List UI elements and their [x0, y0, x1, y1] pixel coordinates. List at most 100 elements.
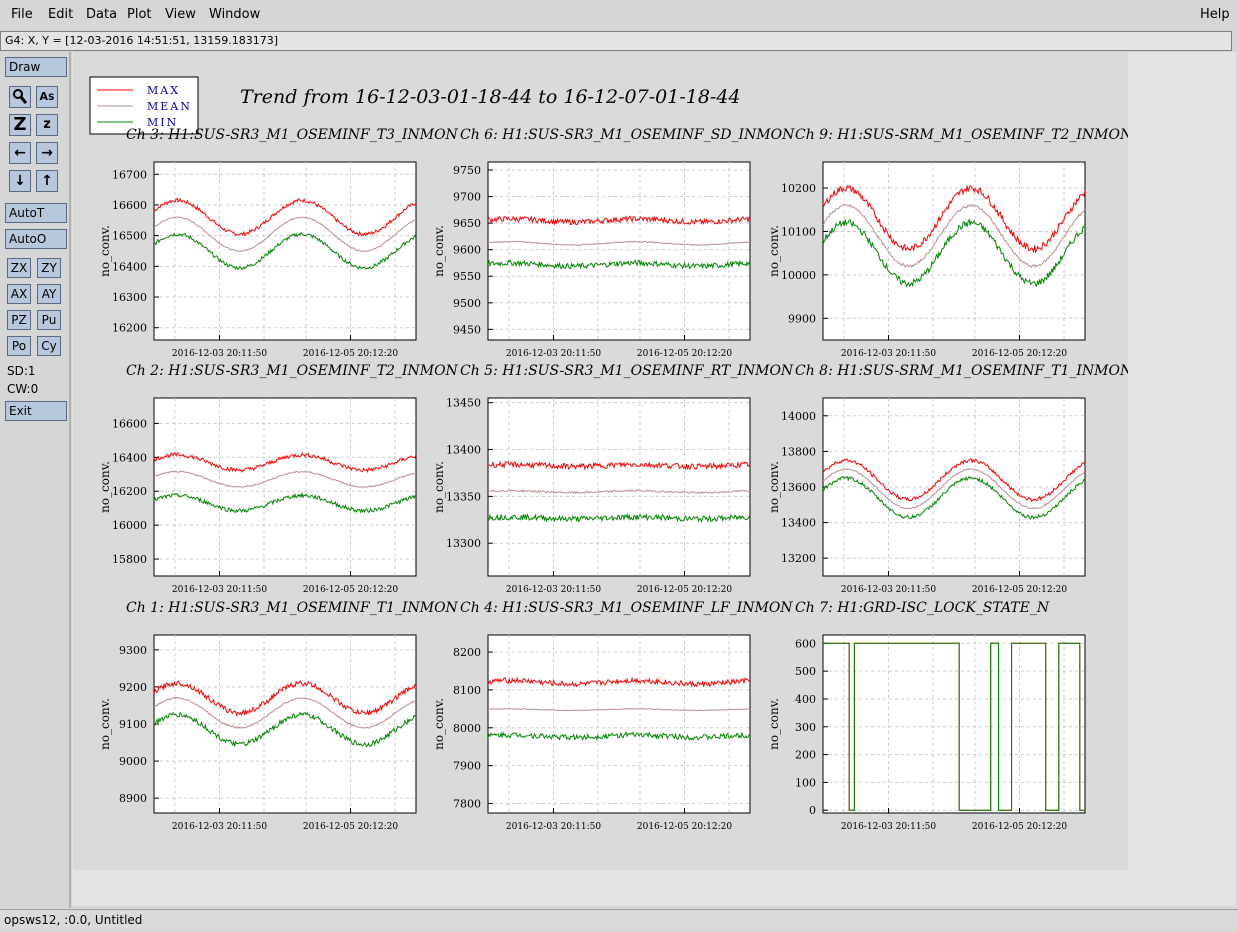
- autot-button[interactable]: AutoT: [5, 203, 67, 223]
- pan-up-icon[interactable]: ↑: [36, 170, 58, 192]
- autoo-button[interactable]: AutoO: [5, 229, 67, 249]
- y-tick-label: 9500: [453, 297, 481, 310]
- pz-button[interactable]: PZ: [7, 310, 31, 330]
- menu-data[interactable]: Data: [86, 7, 117, 22]
- y-tick-label: 9000: [119, 755, 147, 768]
- menu-file[interactable]: File: [11, 7, 33, 22]
- plot-canvas[interactable]: MAX MEAN MIN Trend from 16-12-03-01-18-4…: [73, 52, 1133, 870]
- ay-button[interactable]: AY: [37, 284, 61, 304]
- y-tick-label: 13600: [781, 481, 816, 494]
- y-tick-label: 14000: [781, 410, 816, 423]
- chart-plot-area: [153, 397, 417, 577]
- y-tick-label: 9450: [453, 323, 481, 336]
- x-tick-label: 2016-12-03 20:11:50: [172, 585, 267, 595]
- y-tick-label: 8200: [453, 646, 481, 659]
- pan-left-icon[interactable]: ←: [9, 142, 31, 164]
- chart-title: Ch 7: H1:GRD-ISC_LOCK_STATE_N: [795, 600, 1050, 616]
- y-tick-label: 16500: [112, 230, 147, 243]
- y-tick-label: 16400: [112, 451, 147, 464]
- legend-max-label: MAX: [147, 84, 180, 97]
- y-tick-label: 10100: [781, 225, 816, 238]
- menu-bar: File Edit Data Plot View Window Help: [0, 0, 1238, 30]
- y-tick-label: 16200: [112, 322, 147, 335]
- x-tick-label: 2016-12-03 20:11:50: [841, 585, 936, 595]
- chart-9: Ch 7: H1:GRD-ISC_LOCK_STATE_N 0 100 200 300 4…: [767, 600, 1086, 832]
- zy-button[interactable]: ZY: [37, 258, 61, 278]
- ax-button[interactable]: AX: [7, 284, 31, 304]
- zoom-in-icon[interactable]: Z: [9, 114, 31, 136]
- x-tick-label: 2016-12-05 20:12:20: [303, 822, 398, 832]
- pan-right-icon[interactable]: →: [36, 142, 58, 164]
- y-tick-label: 13800: [781, 445, 816, 458]
- chart-title: Ch 9: H1:SUS-SRM_M1_OSEMINF_T2_INMON: [795, 127, 1128, 143]
- chart-plot-area: [487, 397, 751, 577]
- y-axis-label: no_conv.: [767, 698, 781, 750]
- x-tick-label: 2016-12-03 20:11:50: [172, 822, 267, 832]
- exit-button[interactable]: Exit: [5, 401, 67, 421]
- y-tick-label: 9750: [453, 164, 481, 177]
- y-tick-label: 8100: [453, 684, 481, 697]
- y-axis-label: no_conv.: [98, 461, 112, 513]
- chart-title: Ch 1: H1:SUS-SR3_M1_OSEMINF_T1_INMON: [126, 600, 459, 616]
- menu-view[interactable]: View: [165, 7, 196, 22]
- y-tick-label: 9600: [453, 244, 481, 257]
- y-tick-label: 13300: [446, 537, 481, 550]
- y-tick-label: 9100: [119, 718, 147, 731]
- y-tick-label: 9900: [788, 312, 816, 325]
- menu-help[interactable]: Help: [1200, 7, 1230, 22]
- legend: MAX MEAN MIN: [89, 76, 199, 135]
- chart-7: Ch 1: H1:SUS-SR3_M1_OSEMINF_T1_INMON 8900…: [98, 600, 459, 832]
- y-axis-label: no_conv.: [432, 461, 446, 513]
- x-tick-label: 2016-12-05 20:12:20: [637, 585, 732, 595]
- y-tick-label: 7800: [453, 798, 481, 811]
- y-tick-label: 8900: [119, 792, 147, 805]
- pu-button[interactable]: Pu: [37, 310, 61, 330]
- y-tick-label: 16600: [112, 417, 147, 430]
- chart-plot-area: [487, 161, 751, 341]
- draw-button[interactable]: Draw: [5, 57, 67, 77]
- plot-title: Trend from 16-12-03-01-18-44 to 16-12-07…: [240, 86, 741, 108]
- chart-title: Ch 5: H1:SUS-SR3_M1_OSEMINF_RT_INMON: [460, 363, 794, 379]
- chart-title: Ch 6: H1:SUS-SR3_M1_OSEMINF_SD_INMON: [460, 127, 795, 143]
- y-tick-label: 15800: [112, 553, 147, 566]
- y-tick-label: 9300: [119, 644, 147, 657]
- y-tick-label: 400: [795, 693, 816, 706]
- status-bar: opsws12, :0.0, Untitled: [0, 909, 1238, 931]
- chart-title: Ch 2: H1:SUS-SR3_M1_OSEMINF_T2_INMON: [126, 363, 459, 379]
- cw-label: CW:0: [7, 382, 39, 396]
- x-tick-label: 2016-12-03 20:11:50: [841, 822, 936, 832]
- y-axis-label: no_conv.: [98, 698, 112, 750]
- chart-2: Ch 6: H1:SUS-SR3_M1_OSEMINF_SD_INMON 9450…: [432, 127, 795, 359]
- x-tick-label: 2016-12-05 20:12:20: [972, 349, 1067, 359]
- menu-plot[interactable]: Plot: [127, 7, 152, 22]
- x-tick-label: 2016-12-05 20:12:20: [303, 585, 398, 595]
- zoom-tool-icon[interactable]: [9, 86, 31, 108]
- x-tick-label: 2016-12-05 20:12:20: [972, 822, 1067, 832]
- plot-svg: MAX MEAN MIN Trend from 16-12-03-01-18-4…: [89, 76, 1133, 832]
- coordinate-readout: G4: X, Y = [12-03-2016 14:51:51, 13159.1…: [0, 31, 1232, 51]
- x-tick-label: 2016-12-03 20:11:50: [506, 349, 601, 359]
- y-tick-label: 13200: [781, 552, 816, 565]
- y-tick-label: 7900: [453, 760, 481, 773]
- y-tick-label: 13450: [446, 397, 481, 410]
- x-tick-label: 2016-12-03 20:11:50: [506, 585, 601, 595]
- menu-edit[interactable]: Edit: [48, 7, 73, 22]
- x-tick-label: 2016-12-03 20:11:50: [506, 822, 601, 832]
- zoom-out-icon[interactable]: z: [36, 114, 58, 136]
- x-tick-label: 2016-12-05 20:12:20: [303, 349, 398, 359]
- chart-6: Ch 8: H1:SUS-SRM_M1_OSEMINF_T1_INMON 1320…: [767, 363, 1133, 595]
- y-tick-label: 16700: [112, 168, 147, 181]
- text-tool-icon[interactable]: AS: [36, 86, 58, 108]
- chart-5: Ch 5: H1:SUS-SR3_M1_OSEMINF_RT_INMON 1330…: [432, 363, 794, 595]
- chart-title: Ch 4: H1:SUS-SR3_M1_OSEMINF_LF_INMON: [460, 600, 793, 616]
- y-tick-label: 300: [795, 721, 816, 734]
- cy-button[interactable]: Cy: [37, 336, 61, 356]
- chart-title: Ch 8: H1:SUS-SRM_M1_OSEMINF_T1_INMON: [795, 363, 1128, 379]
- pan-down-icon[interactable]: ↓: [9, 170, 31, 192]
- y-axis-label: no_conv.: [432, 698, 446, 750]
- po-button[interactable]: Po: [7, 336, 31, 356]
- chart-3: Ch 9: H1:SUS-SRM_M1_OSEMINF_T2_INMON 9900…: [767, 127, 1133, 359]
- y-tick-label: 16600: [112, 199, 147, 212]
- zx-button[interactable]: ZX: [7, 258, 31, 278]
- menu-window[interactable]: Window: [209, 7, 260, 22]
